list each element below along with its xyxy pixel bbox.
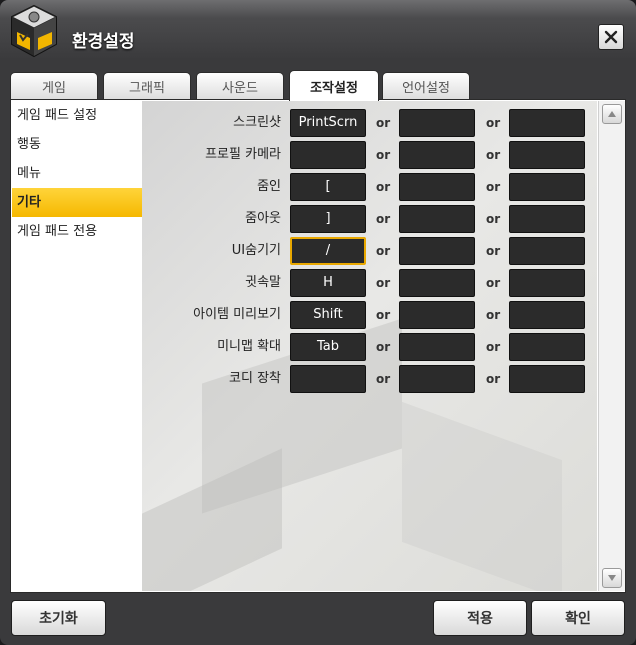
keybinding-row: 귓속말 Hor or <box>142 269 597 297</box>
key-slot-3[interactable] <box>509 173 585 201</box>
or-separator: or <box>486 212 501 226</box>
keybinding-label: 줌아웃 <box>245 211 281 226</box>
close-icon <box>604 30 618 44</box>
or-separator: or <box>376 340 391 354</box>
key-slot-3[interactable] <box>509 301 585 329</box>
or-separator: or <box>486 308 501 322</box>
key-slot-3[interactable] <box>509 365 585 393</box>
keybinding-label: 스크린샷 <box>233 115 281 130</box>
category-sidebar: 게임 패드 설정 행동 메뉴 기타 게임 패드 전용 <box>12 101 142 591</box>
or-separator: or <box>486 180 501 194</box>
sidebar-item-etc[interactable]: 기타 <box>12 188 142 217</box>
scroll-up-button[interactable] <box>602 104 622 124</box>
keybinding-row: 미니맵 확대 Tab or or <box>142 333 597 361</box>
key-slot-2[interactable] <box>399 205 475 233</box>
keybinding-row: UI숨기기 / or or <box>142 237 597 265</box>
keybinding-row: 코디 장착 or or <box>142 365 597 393</box>
keybinding-label: 줌인 <box>257 179 281 194</box>
or-separator: or <box>486 148 501 162</box>
key-slot-3[interactable] <box>509 141 585 169</box>
or-separator: or <box>376 180 391 194</box>
or-separator: or <box>486 116 501 130</box>
key-slot-2[interactable] <box>399 173 475 201</box>
key-slot-3[interactable] <box>509 237 585 265</box>
keybinding-row: 줌인 [ or or <box>142 173 597 201</box>
or-separator: or <box>376 148 391 162</box>
key-slot-3[interactable] <box>509 333 585 361</box>
keybinding-label: 귓속말 <box>245 275 281 290</box>
window-title: 환경설정 <box>72 32 135 52</box>
or-separator: or <box>486 372 501 386</box>
keybinding-label: 프로필 카메라 <box>205 147 281 162</box>
key-slot-1[interactable]: PrintScrn <box>290 109 366 137</box>
vertical-scrollbar[interactable] <box>598 101 625 591</box>
or-separator: or <box>376 212 391 226</box>
key-slot-2[interactable] <box>399 269 475 297</box>
sidebar-item-actions[interactable]: 행동 <box>12 130 142 159</box>
keybinding-label: 아이템 미리보기 <box>193 307 281 322</box>
keybinding-row: 스크린샷 PrintScrn or or <box>142 109 597 137</box>
key-slot-2[interactable] <box>399 109 475 137</box>
or-separator: or <box>486 340 501 354</box>
key-slot-1[interactable] <box>290 365 366 393</box>
keybinding-label: 미니맵 확대 <box>217 339 281 354</box>
key-slot-1[interactable]: [ <box>290 173 366 201</box>
key-slot-3[interactable] <box>509 269 585 297</box>
app-logo-icon <box>8 4 60 58</box>
or-separator: or <box>486 244 501 258</box>
key-slot-2[interactable] <box>399 365 475 393</box>
key-slot-1[interactable]: Shift <box>290 301 366 329</box>
triangle-up-icon <box>608 111 616 117</box>
keybinding-row: 프로필 카메라 or or <box>142 141 597 169</box>
tab-sound[interactable]: 사운드 <box>196 72 284 100</box>
key-slot-1[interactable]: ] <box>290 205 366 233</box>
settings-panel: 게임 패드 설정 행동 메뉴 기타 게임 패드 전용 스크린샷 PrintScrn… <box>10 99 626 593</box>
key-slot-2[interactable] <box>399 333 475 361</box>
scroll-down-button[interactable] <box>602 568 622 588</box>
key-slot-2[interactable] <box>399 237 475 265</box>
key-slot-2[interactable] <box>399 301 475 329</box>
apply-button[interactable]: 적용 <box>433 600 527 636</box>
tab-language[interactable]: 언어설정 <box>382 72 470 100</box>
sidebar-item-gamepad-settings[interactable]: 게임 패드 설정 <box>12 101 142 130</box>
tab-graphics[interactable]: 그래픽 <box>103 72 191 100</box>
title-bar: 환경설정 <box>0 0 636 66</box>
keybinding-label: UI숨기기 <box>231 243 281 258</box>
background-scene <box>402 401 562 591</box>
keybinding-area: 스크린샷 PrintScrn or or 프로필 카메라 or or 줌인 [ or or 줌아웃] o… <box>142 101 597 591</box>
key-slot-3[interactable] <box>509 205 585 233</box>
tab-controls[interactable]: 조작설정 <box>289 70 379 101</box>
settings-window: 환경설정 게임 그래픽 사운드 조작설정 언어설정 게임 패드 설정 행동 메뉴… <box>0 0 636 645</box>
keybinding-label: 코디 장착 <box>229 371 281 386</box>
sidebar-item-menu[interactable]: 메뉴 <box>12 159 142 188</box>
key-slot-1[interactable]: H <box>290 269 366 297</box>
close-button[interactable] <box>598 24 624 50</box>
keybinding-row: 줌아웃] or or <box>142 205 597 233</box>
key-slot-1[interactable]: Tab <box>290 333 366 361</box>
triangle-down-icon <box>608 575 616 581</box>
sidebar-item-gamepad-only[interactable]: 게임 패드 전용 <box>12 217 142 246</box>
or-separator: or <box>376 372 391 386</box>
or-separator: or <box>376 308 391 322</box>
tab-bar: 게임 그래픽 사운드 조작설정 언어설정 <box>10 70 630 101</box>
tab-game[interactable]: 게임 <box>10 72 98 100</box>
or-separator: or <box>376 244 391 258</box>
key-slot-1[interactable]: / <box>290 237 366 265</box>
or-separator: or <box>486 276 501 290</box>
key-slot-1[interactable] <box>290 141 366 169</box>
reset-button[interactable]: 초기화 <box>11 600 106 636</box>
or-separator: or <box>376 116 391 130</box>
key-slot-3[interactable] <box>509 109 585 137</box>
key-slot-2[interactable] <box>399 141 475 169</box>
confirm-button[interactable]: 확인 <box>531 600 625 636</box>
or-separator: or <box>376 276 391 290</box>
keybinding-row: 아이템 미리보기 Shift or or <box>142 301 597 329</box>
